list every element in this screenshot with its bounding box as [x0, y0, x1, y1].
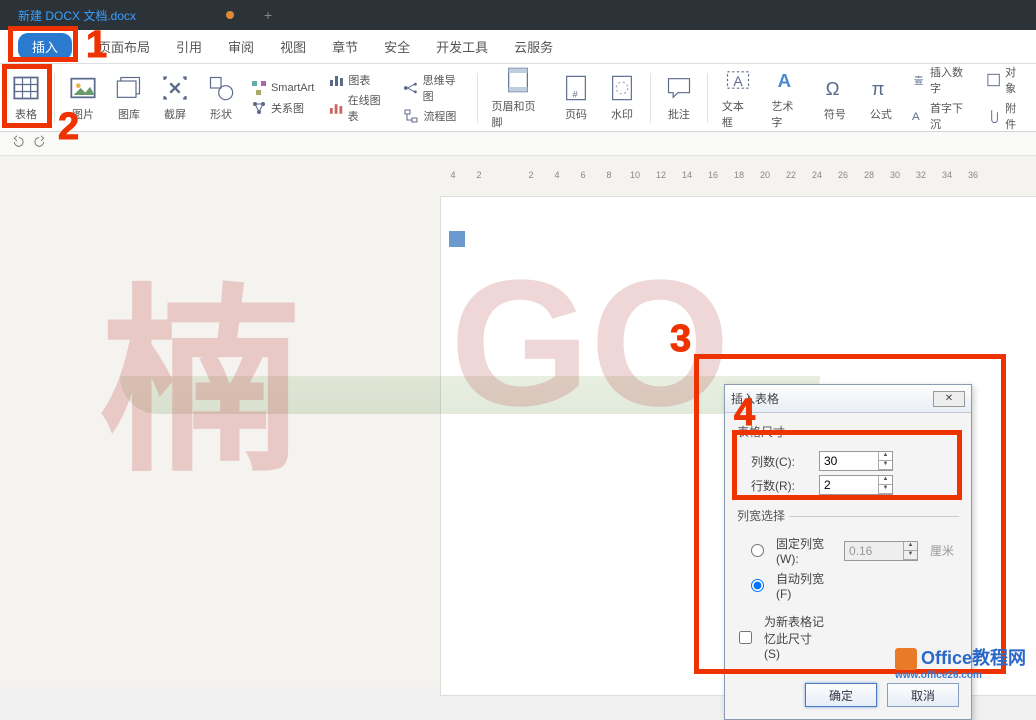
- annotation-box-1: [8, 26, 78, 62]
- ribbon: 表格 图片 图库 截屏 形状 SmartArt 关系图 图表 在线图表 思维导图…: [0, 64, 1036, 132]
- header-footer-label: 页眉和页脚: [491, 98, 543, 130]
- object-group: 对象 附件: [982, 62, 1030, 134]
- comment-icon: [665, 74, 693, 102]
- document-tab[interactable]: 新建 DOCX 文档.docx: [8, 7, 146, 24]
- symbol-icon: Ω: [821, 74, 849, 102]
- tab-view[interactable]: 视图: [280, 37, 306, 56]
- watermark-label: 水印: [611, 106, 633, 122]
- drop-cap-icon: A: [911, 108, 926, 124]
- quick-access-bar: [0, 132, 1036, 156]
- tab-cloud[interactable]: 云服务: [514, 37, 553, 56]
- insert-misc-group: 壹插入数字 A首字下沉: [907, 62, 976, 134]
- gallery-button[interactable]: 图库: [109, 72, 149, 124]
- wordart-label: 艺术字: [771, 98, 802, 130]
- flowchart-icon: [403, 108, 419, 124]
- annotation-box-2: [2, 64, 52, 128]
- svg-text:壹: 壹: [914, 74, 924, 86]
- chart-group: 图表 在线图表: [324, 70, 393, 126]
- equation-icon: π: [867, 74, 895, 102]
- svg-text:A: A: [733, 72, 743, 88]
- symbol-button[interactable]: Ω 符号: [815, 72, 855, 124]
- textbox-button[interactable]: A 文本框: [716, 64, 759, 132]
- annotation-number-1: 1: [86, 24, 107, 67]
- watermark-icon: [608, 74, 636, 102]
- chart-icon: [328, 72, 344, 88]
- horizontal-ruler: 4224681012141618202224262830323436: [440, 166, 1036, 184]
- svg-text:π: π: [871, 78, 884, 99]
- smartart-icon: [251, 80, 267, 96]
- online-chart-icon: [328, 100, 343, 116]
- screenshot-button[interactable]: 截屏: [155, 72, 195, 124]
- undo-button[interactable]: [10, 134, 24, 153]
- shapes-label: 形状: [210, 106, 232, 122]
- header-footer-icon: [504, 66, 532, 94]
- number-icon: 壹: [911, 72, 926, 88]
- watermark-button[interactable]: 水印: [602, 72, 642, 124]
- tab-section[interactable]: 章节: [332, 37, 358, 56]
- chart-button[interactable]: 图表: [328, 72, 389, 88]
- attachment-icon: [986, 108, 1001, 124]
- modified-indicator-icon: [226, 11, 234, 19]
- svg-text:#: #: [572, 89, 578, 99]
- brand-icon: [895, 648, 917, 670]
- symbol-label: 符号: [824, 106, 846, 122]
- footer-brand: Office教程网 www.office26.com: [895, 644, 1026, 681]
- equation-label: 公式: [870, 106, 892, 122]
- brand-url: www.office26.com: [895, 670, 1026, 681]
- mindmap-button[interactable]: 思维导图: [403, 72, 464, 104]
- flowchart-button[interactable]: 流程图: [403, 108, 464, 124]
- separator: [650, 73, 651, 123]
- tab-references[interactable]: 引用: [176, 37, 202, 56]
- comment-button[interactable]: 批注: [659, 72, 699, 124]
- annotation-number-2: 2: [58, 106, 79, 149]
- separator: [54, 73, 55, 123]
- header-footer-button[interactable]: 页眉和页脚: [485, 64, 549, 132]
- tab-developer[interactable]: 开发工具: [436, 37, 488, 56]
- page-number-label: 页码: [565, 106, 587, 122]
- textbox-label: 文本框: [722, 98, 753, 130]
- smartart-button[interactable]: SmartArt: [251, 80, 314, 96]
- gallery-label: 图库: [118, 106, 140, 122]
- smartart-group: SmartArt 关系图: [247, 78, 318, 118]
- shapes-icon: [207, 74, 235, 102]
- textbox-icon: A: [724, 66, 752, 94]
- diagram-group: 思维导图 流程图: [399, 70, 468, 126]
- comment-label: 批注: [668, 106, 690, 122]
- online-chart-button[interactable]: 在线图表: [328, 92, 389, 124]
- separator: [707, 73, 708, 123]
- equation-button[interactable]: π 公式: [861, 72, 901, 124]
- tab-security[interactable]: 安全: [384, 37, 410, 56]
- object-icon: [986, 72, 1001, 88]
- annotation-box-4: [732, 430, 962, 500]
- mindmap-icon: [403, 80, 418, 96]
- annotation-number-3: 3: [670, 318, 691, 361]
- tab-review[interactable]: 审阅: [228, 37, 254, 56]
- cross-ref-icon: [251, 100, 267, 116]
- drop-cap-button[interactable]: A首字下沉: [911, 100, 972, 132]
- screenshot-icon: [161, 74, 189, 102]
- cross-ref-button[interactable]: 关系图: [251, 100, 314, 116]
- screenshot-label: 截屏: [164, 106, 186, 122]
- separator: [477, 73, 478, 123]
- object-button[interactable]: 对象: [986, 64, 1026, 96]
- attachment-button[interactable]: 附件: [986, 100, 1026, 132]
- svg-text:Ω: Ω: [825, 78, 839, 99]
- annotation-number-4: 4: [734, 392, 755, 435]
- svg-text:A: A: [912, 110, 920, 122]
- page-number-icon: #: [562, 74, 590, 102]
- page-number-button[interactable]: # 页码: [556, 72, 596, 124]
- menu-bar: 插入 页面布局 引用 审阅 视图 章节 安全 开发工具 云服务: [0, 30, 1036, 64]
- picture-icon: [69, 74, 97, 102]
- shapes-button[interactable]: 形状: [201, 72, 241, 124]
- gallery-icon: [115, 74, 143, 102]
- svg-text:A: A: [778, 70, 791, 91]
- wordart-button[interactable]: A 艺术字: [765, 64, 808, 132]
- insert-number-button[interactable]: 壹插入数字: [911, 64, 972, 96]
- title-bar: 新建 DOCX 文档.docx +: [0, 0, 1036, 30]
- new-tab-button[interactable]: +: [264, 7, 272, 23]
- wordart-icon: A: [773, 66, 801, 94]
- redo-button[interactable]: [34, 134, 48, 153]
